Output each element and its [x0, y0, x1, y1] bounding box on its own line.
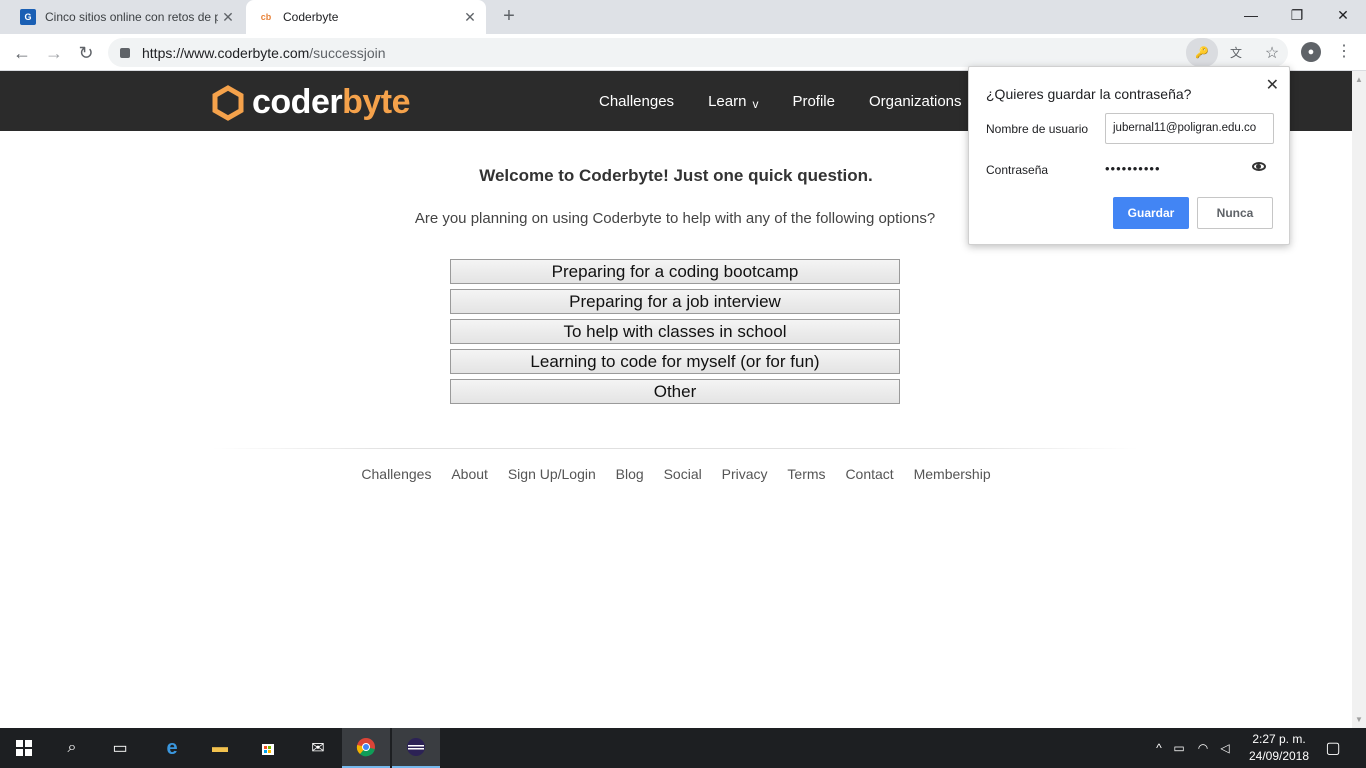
browser-tab-coderbyte[interactable]: cb Coderbyte ✕ [246, 0, 486, 34]
taskbar: ⌕ ▭ e ▬ ✉ ^ ▭ ◠ ◁ 2:27 p. m. 24/09/2018 … [0, 728, 1366, 768]
chrome-icon[interactable] [342, 728, 390, 768]
footer-link[interactable]: Sign Up/Login [508, 466, 596, 482]
nav-profile[interactable]: Profile [792, 93, 835, 111]
task-view-icon[interactable]: ▭ [96, 728, 144, 768]
close-tab-icon[interactable]: ✕ [460, 9, 480, 26]
page-scrollbar[interactable]: ▲ ▼ [1352, 71, 1366, 728]
close-window-icon[interactable]: ✕ [1320, 0, 1366, 30]
clock[interactable]: 2:27 p. m. 24/09/2018 [1238, 731, 1320, 765]
tab-title: Coderbyte [283, 10, 339, 24]
option-bootcamp-button[interactable]: Preparing for a coding bootcamp [450, 259, 900, 284]
cinco-favicon-icon: G [20, 9, 36, 25]
search-icon[interactable]: ⌕ [48, 728, 96, 768]
options-list: Preparing for a coding bootcamp Preparin… [450, 259, 900, 409]
wifi-icon[interactable]: ◠ [1191, 741, 1215, 755]
url-text[interactable]: https://www.coderbyte.com/successjoin [142, 45, 386, 61]
footer-link[interactable]: Blog [616, 466, 644, 482]
restore-icon[interactable]: ❐ [1274, 0, 1320, 30]
window-controls: — ❐ ✕ [1228, 0, 1366, 30]
show-password-eye-icon[interactable] [1252, 162, 1266, 171]
key-icon[interactable]: 🔑 [1186, 38, 1218, 67]
never-button[interactable]: Nunca [1197, 197, 1273, 229]
tab-title: Cinco sitios online con retos de p [45, 10, 218, 24]
nav-links: Challenges Learn v Profile Organizations [599, 93, 996, 111]
battery-icon[interactable]: ▭ [1167, 741, 1191, 755]
scroll-up-icon[interactable]: ▲ [1355, 75, 1363, 84]
nav-organizations[interactable]: Organizations [869, 93, 962, 111]
coderbyte-logo[interactable]: coderbyte [212, 83, 411, 122]
tab-strip: G Cinco sitios online con retos de p ✕ c… [0, 0, 1366, 34]
footer-link[interactable]: Contact [845, 466, 893, 482]
new-tab-button[interactable]: + [498, 5, 520, 28]
windows-start-icon[interactable] [0, 728, 48, 768]
option-classes-button[interactable]: To help with classes in school [450, 319, 900, 344]
clock-time: 2:27 p. m. [1252, 732, 1306, 746]
nav-learn[interactable]: Learn v [708, 93, 758, 111]
browser-tab-cinco[interactable]: G Cinco sitios online con retos de p ✕ [8, 0, 244, 34]
scroll-down-icon[interactable]: ▼ [1355, 715, 1363, 724]
close-tab-icon[interactable]: ✕ [218, 9, 238, 26]
translate-icon[interactable]: 文 [1224, 38, 1248, 67]
clock-date: 24/09/2018 [1248, 749, 1310, 763]
edge-icon[interactable]: e [148, 728, 196, 768]
more-menu-icon[interactable]: ⋮ [1336, 42, 1352, 62]
save-password-dialog: ¿Quieres guardar la contraseña? ✕ Nombre… [968, 66, 1290, 245]
forward-arrow-icon[interactable]: → [40, 39, 68, 67]
chevron-down-icon: v [752, 97, 759, 111]
footer-link[interactable]: Terms [787, 466, 825, 482]
chevron-up-icon[interactable]: ^ [1151, 741, 1167, 755]
lock-icon [120, 47, 130, 58]
volume-icon[interactable]: ◁ [1215, 741, 1235, 755]
profile-avatar-icon[interactable]: ● [1301, 42, 1321, 62]
file-explorer-icon[interactable]: ▬ [196, 728, 244, 768]
footer-links: Challenges About Sign Up/Login Blog Soci… [0, 466, 1352, 482]
dialog-title: ¿Quieres guardar la contraseña? [986, 86, 1192, 102]
close-icon[interactable]: ✕ [1266, 75, 1279, 95]
option-job-interview-button[interactable]: Preparing for a job interview [450, 289, 900, 314]
option-other-button[interactable]: Other [450, 379, 900, 404]
footer-link[interactable]: Challenges [361, 466, 431, 482]
tray-icons: ^ ▭ ◠ ◁ [1151, 728, 1235, 768]
password-field: •••••••••• [1105, 161, 1161, 176]
notifications-icon[interactable]: ▢ [1318, 728, 1348, 768]
hexagon-logo-icon [212, 84, 244, 121]
footer-link[interactable]: Social [664, 466, 702, 482]
footer-link[interactable]: About [451, 466, 488, 482]
eclipse-icon[interactable] [392, 728, 440, 768]
username-field[interactable]: jubernal11@poligran.edu.co [1105, 113, 1274, 144]
coderbyte-favicon-icon: cb [260, 12, 272, 22]
footer-divider [212, 448, 1138, 449]
bookmark-star-icon[interactable]: ☆ [1260, 38, 1284, 67]
address-bar[interactable]: https://www.coderbyte.com/successjoin 🔑 … [108, 38, 1288, 67]
footer-link[interactable]: Privacy [722, 466, 768, 482]
option-for-fun-button[interactable]: Learning to code for myself (or for fun) [450, 349, 900, 374]
mail-icon[interactable]: ✉ [294, 728, 342, 768]
footer-link[interactable]: Membership [914, 466, 991, 482]
back-arrow-icon[interactable]: ← [8, 39, 36, 67]
minimize-icon[interactable]: — [1228, 0, 1274, 30]
reload-icon[interactable]: ↻ [72, 39, 100, 67]
username-label: Nombre de usuario [986, 122, 1089, 136]
password-label: Contraseña [986, 163, 1049, 177]
store-icon[interactable] [244, 728, 292, 768]
nav-challenges[interactable]: Challenges [599, 93, 674, 111]
save-button[interactable]: Guardar [1113, 197, 1189, 229]
